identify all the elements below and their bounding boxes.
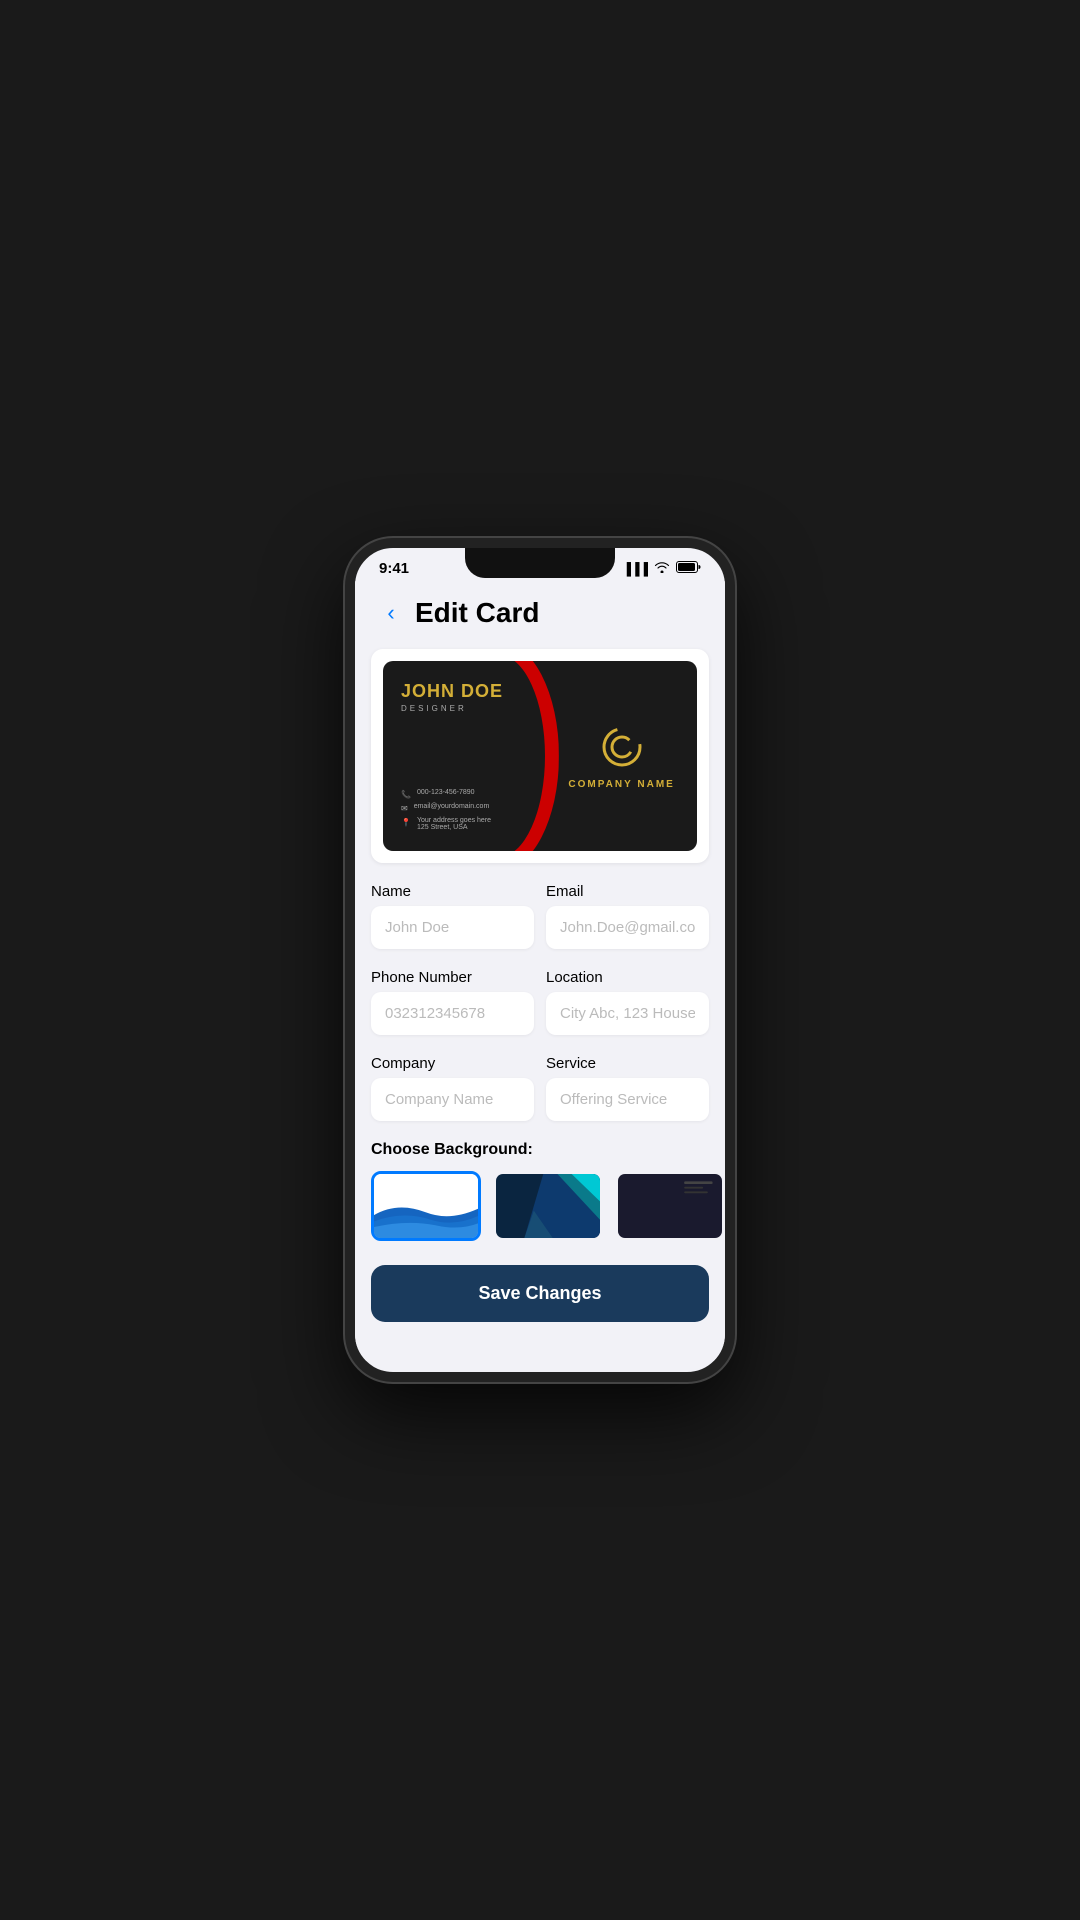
background-option-1[interactable] [371, 1171, 481, 1241]
name-group: Name [371, 883, 534, 949]
card-right-section: COMPANY NAME [546, 661, 697, 851]
wifi-icon [654, 561, 670, 576]
phone-group: Phone Number [371, 969, 534, 1035]
company-input[interactable] [371, 1078, 534, 1121]
background-option-2[interactable] [493, 1171, 603, 1241]
service-label: Service [546, 1055, 709, 1072]
header: ‹ Edit Card [355, 581, 725, 641]
card-address-item: 📍 Your address goes here125 Street, USA [401, 817, 528, 831]
email-group: Email [546, 883, 709, 949]
page-title: Edit Card [415, 597, 539, 629]
email-label: Email [546, 883, 709, 900]
location-label: Location [546, 969, 709, 986]
location-group: Location [546, 969, 709, 1035]
email-input[interactable] [546, 906, 709, 949]
location-input[interactable] [546, 992, 709, 1035]
save-button-container: Save Changes [355, 1265, 725, 1338]
company-label: Company [371, 1055, 534, 1072]
phone-label: Phone Number [371, 969, 534, 986]
phone-input[interactable] [371, 992, 534, 1035]
card-company-name: COMPANY NAME [568, 779, 674, 790]
name-email-row: Name Email [371, 883, 709, 949]
choose-background-label: Choose Background: [355, 1141, 725, 1159]
card-address: Your address goes here125 Street, USA [417, 817, 491, 831]
card-job-title: DESIGNER [401, 704, 528, 713]
card-name: JOHN DOE [401, 681, 528, 702]
phone-notch [465, 548, 615, 578]
card-left-section: JOHN DOE DESIGNER 📞 000-123-456-7890 ✉ e… [383, 661, 546, 851]
location-icon: 📍 [401, 818, 411, 827]
back-chevron-icon: ‹ [387, 600, 394, 626]
service-input[interactable] [546, 1078, 709, 1121]
service-group: Service [546, 1055, 709, 1121]
phone-location-row: Phone Number Location [371, 969, 709, 1035]
bg-dark-3-icon [618, 1174, 722, 1238]
card-phone-item: 📞 000-123-456-7890 [401, 789, 528, 799]
back-button[interactable]: ‹ [375, 597, 407, 629]
name-input[interactable] [371, 906, 534, 949]
card-phone: 000-123-456-7890 [417, 789, 475, 796]
status-time: 9:41 [379, 560, 409, 577]
signal-icon: ▐▐▐ [622, 562, 648, 576]
card-preview-container: JOHN DOE DESIGNER 📞 000-123-456-7890 ✉ e… [371, 649, 709, 863]
phone-icon: 📞 [401, 790, 411, 799]
company-group: Company [371, 1055, 534, 1121]
company-service-row: Company Service [371, 1055, 709, 1121]
name-label: Name [371, 883, 534, 900]
card-email-item: ✉ email@yourdomain.com [401, 803, 528, 813]
battery-icon [676, 561, 701, 576]
business-card-preview: JOHN DOE DESIGNER 📞 000-123-456-7890 ✉ e… [383, 661, 697, 851]
background-options [355, 1171, 725, 1241]
status-icons: ▐▐▐ [622, 561, 701, 576]
company-logo-icon [598, 723, 646, 771]
email-icon: ✉ [401, 804, 408, 813]
screen-content: ‹ Edit Card JOHN DOE DESIGNER 📞 [355, 581, 725, 1361]
card-email: email@yourdomain.com [414, 803, 490, 810]
bg-wave-1-icon [374, 1174, 478, 1238]
form-section: Name Email Phone Number Location [355, 883, 725, 1121]
phone-frame: 9:41 ▐▐▐ ‹ [345, 538, 735, 1382]
save-changes-button[interactable]: Save Changes [371, 1265, 709, 1322]
card-contact-info: 📞 000-123-456-7890 ✉ email@yourdomain.co… [401, 789, 528, 831]
background-option-3[interactable] [615, 1171, 725, 1241]
bg-geo-2-icon [496, 1174, 600, 1238]
